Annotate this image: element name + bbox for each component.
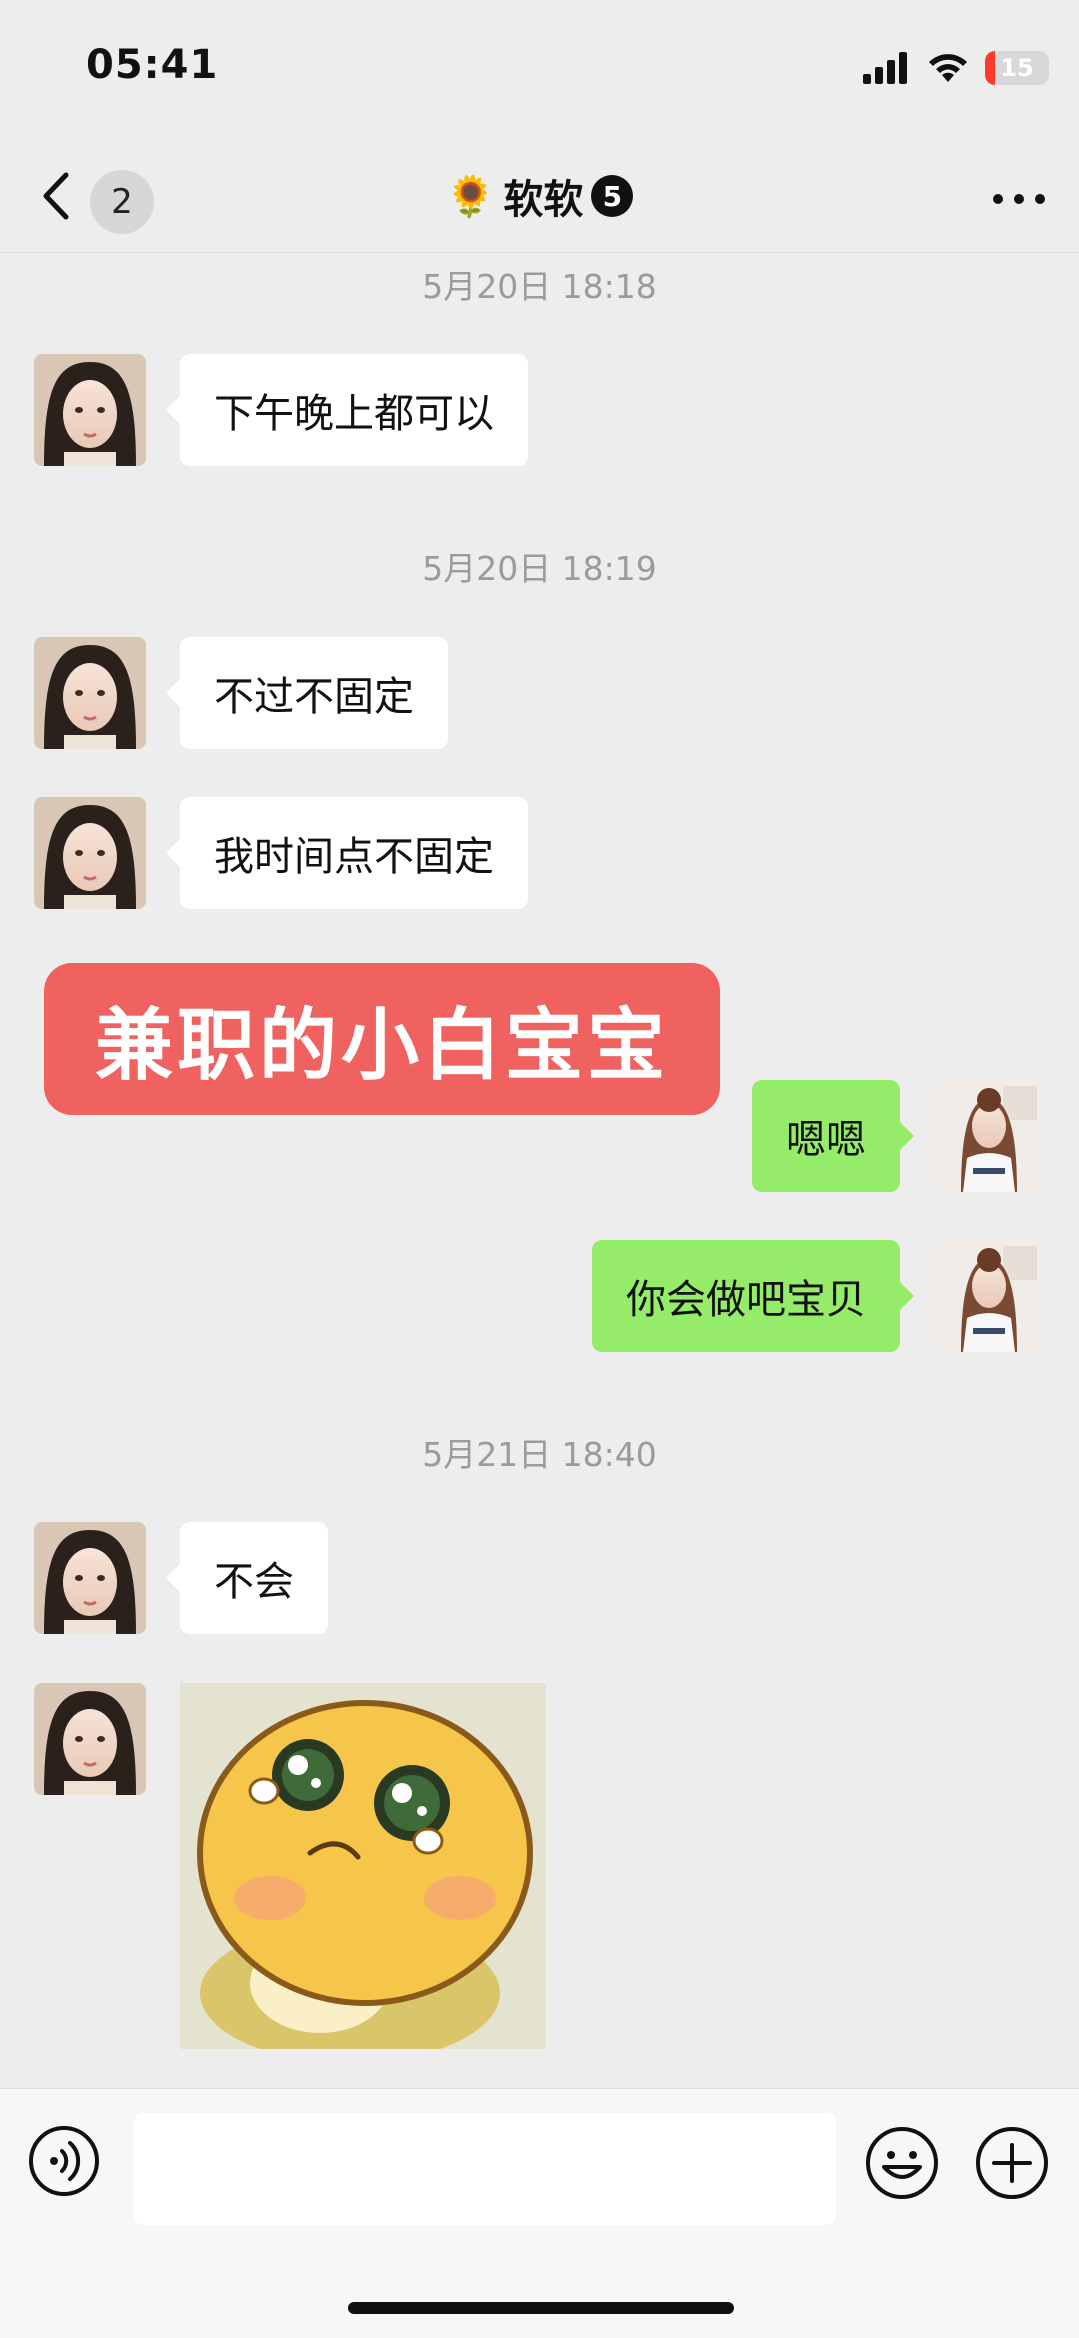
contact-avatar[interactable] [34, 1522, 146, 1634]
chat-title[interactable]: 🌻 软软 5 [0, 164, 1079, 228]
message-timestamp: 5月20日 18:18 [422, 267, 657, 306]
battery-icon: 15 [985, 51, 1049, 85]
home-indicator[interactable] [348, 2302, 734, 2314]
voice-button[interactable] [28, 2125, 100, 2197]
message-bubble-incoming[interactable]: 不过不固定 [166, 637, 448, 749]
member-count-badge: 5 [591, 175, 634, 217]
contact-avatar[interactable] [34, 1683, 146, 1795]
more-button[interactable] [989, 174, 1049, 224]
contact-avatar[interactable] [34, 637, 146, 749]
status-bar: 05:41 15 [0, 0, 1079, 140]
emoji-icon [866, 2127, 938, 2199]
plus-icon [976, 2127, 1048, 2199]
message-timestamp: 5月21日 18:40 [422, 1435, 657, 1474]
chat-input-bar [0, 2088, 1079, 2338]
wifi-icon [929, 54, 967, 82]
contact-avatar[interactable] [34, 354, 146, 466]
message-input[interactable] [134, 2113, 836, 2225]
message-bubble-outgoing[interactable]: 你会做吧宝贝 [592, 1240, 914, 1352]
chat-header: 2 🌻 软软 5 [0, 140, 1079, 253]
more-icon [993, 194, 1045, 204]
overlay-banner: 兼职的小白宝宝 [44, 963, 720, 1115]
status-time: 05:41 [86, 42, 219, 88]
status-icons: 15 [863, 46, 1049, 90]
voice-icon [29, 2126, 99, 2196]
chat-title-text: 软软 [503, 177, 584, 223]
contact-avatar[interactable] [34, 797, 146, 909]
message-bubble-incoming[interactable]: 下午晚上都可以 [166, 354, 528, 466]
my-avatar[interactable] [933, 1080, 1045, 1192]
message-bubble-outgoing[interactable]: 嗯嗯 [752, 1080, 914, 1192]
emoji-button[interactable] [864, 2125, 940, 2201]
my-avatar[interactable] [933, 1240, 1045, 1352]
crying-chick-sticker[interactable] [180, 1683, 546, 2049]
more-actions-button[interactable] [974, 2125, 1050, 2201]
battery-level: 15 [1000, 54, 1034, 82]
signal-icon [863, 52, 907, 84]
sunflower-emoji: 🌻 [445, 173, 496, 220]
message-timestamp: 5月20日 18:19 [422, 549, 657, 588]
message-bubble-incoming[interactable]: 我时间点不固定 [166, 797, 528, 909]
message-bubble-incoming[interactable]: 不会 [166, 1522, 328, 1634]
